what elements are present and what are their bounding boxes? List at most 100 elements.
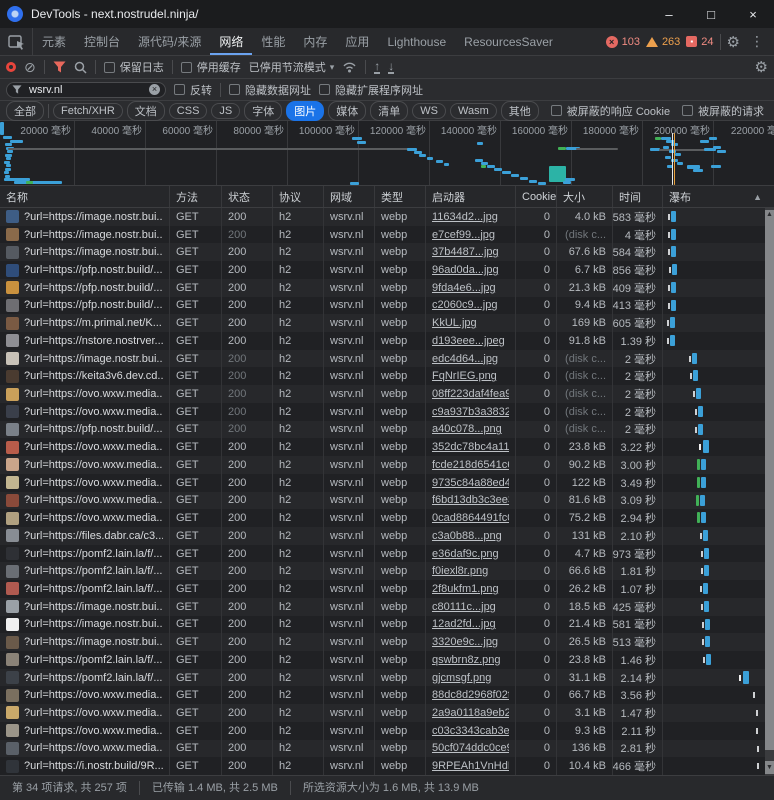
initiator-link[interactable]: 12ad2fd...jpg	[432, 618, 496, 630]
close-button[interactable]: ×	[732, 0, 774, 28]
initiator-link[interactable]: c9a937b3a3832c	[432, 406, 509, 418]
initiator-link[interactable]: 3320e9c...jpg	[432, 636, 498, 648]
issues-badge[interactable]: ▪ 24	[686, 36, 713, 48]
initiator-link[interactable]: e7cef99...jpg	[432, 229, 495, 241]
blocked-filter-checkbox-1[interactable]: 被屏蔽的响应 Cookie	[551, 103, 670, 119]
filter-chip-4[interactable]: CSS	[169, 103, 208, 119]
inspect-element-icon[interactable]	[8, 34, 26, 50]
table-row[interactable]: ?url=https://ovo.wxw.media...GET200h2wsr…	[0, 385, 774, 403]
initiator-link[interactable]: f6bd13db3c3ee3	[432, 494, 509, 506]
table-row[interactable]: ?url=https://image.nostr.bui...GET200h2w…	[0, 226, 774, 244]
table-row[interactable]: ?url=https://m.primal.net/K...GET200h2ws…	[0, 314, 774, 332]
table-row[interactable]: ?url=https://ovo.wxw.media...GET200h2wsr…	[0, 492, 774, 510]
table-row[interactable]: ?url=https://image.nostr.bui...GET200h2w…	[0, 243, 774, 261]
tab-5[interactable]: 性能	[252, 28, 294, 55]
table-row[interactable]: ?url=https://ovo.wxw.media...GET200h2wsr…	[0, 686, 774, 704]
table-row[interactable]: ?url=https://pomf2.lain.la/f/...GET200h2…	[0, 562, 774, 580]
import-har-icon[interactable]: ↑	[374, 61, 380, 74]
disable-cache-checkbox[interactable]: 停用缓存	[181, 59, 241, 75]
initiator-link[interactable]: c03c3343cab3ee	[432, 725, 509, 737]
initiator-link[interactable]: 2f8ukfm1.png	[432, 583, 499, 595]
column-header-8[interactable]: Cookie	[516, 186, 557, 207]
vertical-scrollbar[interactable]: ▲ ▼	[765, 208, 774, 775]
clear-network-log-icon[interactable]: ⊘	[24, 60, 36, 74]
table-row[interactable]: ?url=https://pfp.nostr.build/...GET200h2…	[0, 261, 774, 279]
console-warnings-badge[interactable]: 263	[646, 36, 680, 48]
scrollbar-up-icon[interactable]: ▲	[765, 211, 774, 218]
filter-chip-9[interactable]: 清单	[370, 101, 408, 121]
table-row[interactable]: ?url=https://files.dabr.ca/c3...GET200h2…	[0, 527, 774, 545]
initiator-link[interactable]: 37b4487...jpg	[432, 246, 499, 258]
initiator-link[interactable]: 11634d2...jpg	[432, 211, 498, 223]
table-row[interactable]: ?url=https://pomf2.lain.la/f/...GET200h2…	[0, 580, 774, 598]
initiator-link[interactable]: e36daf9c.png	[432, 548, 499, 560]
initiator-link[interactable]: 9fda4e6...jpg	[432, 282, 496, 294]
column-header-4[interactable]: 协议	[273, 186, 324, 207]
initiator-link[interactable]: FqNrIEG.png	[432, 370, 497, 382]
filter-chip-7[interactable]: 图片	[286, 101, 324, 121]
filter-funnel-icon[interactable]	[53, 61, 66, 73]
initiator-link[interactable]: 9RPEAh1VnHdPz	[432, 760, 509, 772]
table-row[interactable]: ?url=https://pfp.nostr.build/...GET200h2…	[0, 421, 774, 439]
initiator-link[interactable]: 50cf074ddc0ce9	[432, 742, 509, 754]
tab-6[interactable]: 内存	[294, 28, 336, 55]
column-header-1[interactable]: 名称	[0, 186, 170, 207]
table-row[interactable]: ?url=https://image.nostr.bui...GET200h2w…	[0, 208, 774, 226]
filter-chip-8[interactable]: 媒体	[328, 101, 366, 121]
tab-3[interactable]: 源代码/来源	[129, 28, 210, 55]
scrollbar-down-icon[interactable]: ▼	[765, 761, 774, 774]
table-row[interactable]: ?url=https://ovo.wxw.media...GET200h2wsr…	[0, 403, 774, 421]
tab-4[interactable]: 网络	[210, 28, 252, 55]
settings-gear-icon[interactable]: ⚙	[727, 33, 740, 51]
filter-chip-12[interactable]: 其他	[501, 101, 539, 121]
initiator-link[interactable]: c80111c...jpg	[432, 601, 496, 613]
initiator-link[interactable]: d193eee...jpeg	[432, 335, 505, 347]
table-row[interactable]: ?url=https://image.nostr.bui...GET200h2w…	[0, 350, 774, 368]
filter-chip-1[interactable]: 全部	[6, 101, 44, 121]
table-row[interactable]: ?url=https://ovo.wxw.media...GET200h2wsr…	[0, 509, 774, 527]
table-row[interactable]: ?url=https://ovo.wxw.media...GET200h2wsr…	[0, 474, 774, 492]
column-header-10[interactable]: 时间	[613, 186, 663, 207]
network-settings-gear-icon[interactable]: ⚙	[755, 58, 768, 76]
tab-7[interactable]: 应用	[336, 28, 378, 55]
filter-chip-5[interactable]: JS	[211, 103, 240, 119]
tab-9[interactable]: ResourcesSaver	[455, 28, 562, 55]
initiator-link[interactable]: 2a9a0118a9eb2c	[432, 707, 509, 719]
column-header-7[interactable]: 启动器	[426, 186, 516, 207]
table-row[interactable]: ?url=https://ovo.wxw.media...GET200h2wsr…	[0, 704, 774, 722]
column-header-6[interactable]: 类型	[375, 186, 426, 207]
table-row[interactable]: ?url=https://image.nostr.bui...GET200h2w…	[0, 598, 774, 616]
filter-chip-11[interactable]: Wasm	[450, 103, 497, 119]
initiator-link[interactable]: 08ff223daf4fea9	[432, 388, 509, 400]
table-row[interactable]: ?url=https://pfp.nostr.build/...GET200h2…	[0, 297, 774, 315]
column-header-5[interactable]: 网域	[324, 186, 375, 207]
maximize-button[interactable]: □	[690, 0, 732, 28]
column-header-9[interactable]: 大小	[557, 186, 613, 207]
hide-data-urls-checkbox[interactable]: 隐藏数据网址	[229, 82, 311, 98]
table-row[interactable]: ?url=https://pomf2.lain.la/f/...GET200h2…	[0, 669, 774, 687]
tab-8[interactable]: Lighthouse	[378, 28, 455, 55]
initiator-link[interactable]: qswbrn8z.png	[432, 654, 501, 666]
table-row[interactable]: ?url=https://i.nostr.build/9R...GET200h2…	[0, 757, 774, 775]
initiator-link[interactable]: 0cad8864491fc0	[432, 512, 509, 524]
initiator-link[interactable]: fcde218d6541c6	[432, 459, 509, 471]
table-row[interactable]: ?url=https://ovo.wxw.media...GET200h2wsr…	[0, 740, 774, 758]
scrollbar-thumb[interactable]	[765, 210, 774, 750]
hide-extension-urls-checkbox[interactable]: 隐藏扩展程序网址	[319, 82, 423, 98]
throttling-dropdown[interactable]: 已停用节流模式 ▾	[249, 59, 335, 75]
table-row[interactable]: ?url=https://pomf2.lain.la/f/...GET200h2…	[0, 545, 774, 563]
initiator-link[interactable]: 9735c84a88ed48	[432, 477, 509, 489]
network-overview-timeline[interactable]: 20000 毫秒40000 毫秒60000 毫秒80000 毫秒100000 毫…	[0, 121, 774, 186]
blocked-filter-checkbox-2[interactable]: 被屏蔽的请求	[682, 103, 764, 119]
table-row[interactable]: ?url=https://ovo.wxw.media...GET200h2wsr…	[0, 722, 774, 740]
column-header-11[interactable]: 瀑布▲	[663, 186, 774, 207]
filter-input[interactable]	[27, 83, 144, 97]
filter-chip-3[interactable]: 文档	[127, 101, 165, 121]
table-row[interactable]: ?url=https://ovo.wxw.media...GET200h2wsr…	[0, 456, 774, 474]
preserve-log-checkbox[interactable]: 保留日志	[104, 59, 164, 75]
initiator-link[interactable]: f0iexl8r.png	[432, 565, 488, 577]
initiator-link[interactable]: 352dc78bc4a11e	[432, 441, 509, 453]
table-row[interactable]: ?url=https://pfp.nostr.build/...GET200h2…	[0, 279, 774, 297]
table-row[interactable]: ?url=https://nstore.nostrver...GET200h2w…	[0, 332, 774, 350]
filter-chip-2[interactable]: Fetch/XHR	[53, 103, 123, 119]
